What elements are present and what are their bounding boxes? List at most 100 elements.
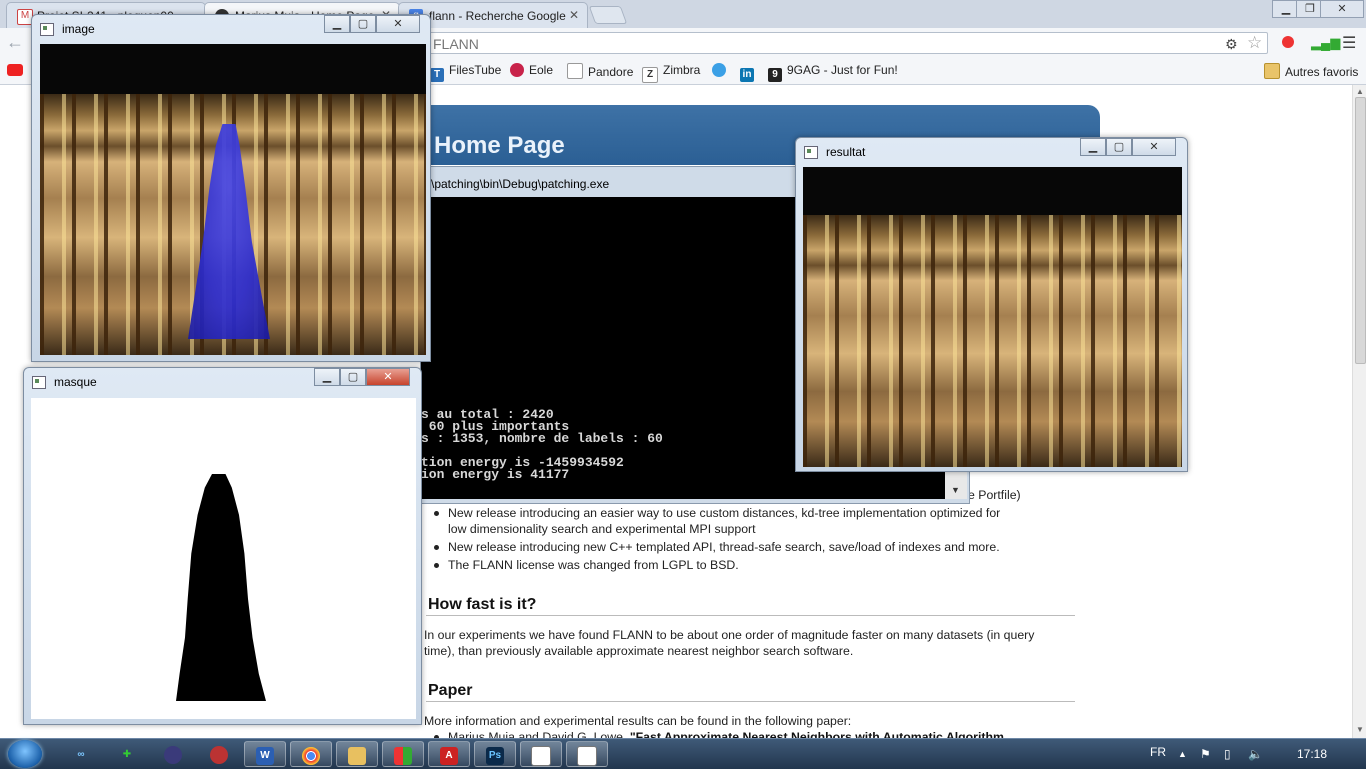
- page-scrollbar[interactable]: ▲ ▼: [1352, 85, 1366, 738]
- clock[interactable]: 17:18: [1297, 747, 1327, 761]
- other-bookmarks[interactable]: Autres favoris: [1264, 63, 1358, 79]
- bullet: [434, 511, 439, 516]
- divider: [426, 615, 1075, 616]
- language-indicator[interactable]: FR: [1150, 745, 1166, 759]
- address-bar[interactable]: FLANN ⚙ ☆: [420, 32, 1268, 54]
- acrobat-icon: A: [440, 746, 458, 765]
- taskbar-explorer[interactable]: [336, 741, 378, 767]
- green-app-icon: ✚: [122, 748, 132, 760]
- menu-icon[interactable]: ☰: [1342, 33, 1356, 53]
- eclipse-icon: [164, 745, 182, 764]
- scroll-down-icon[interactable]: ▼: [1356, 725, 1364, 734]
- new-tab-button[interactable]: [588, 6, 628, 24]
- eole-icon: [510, 63, 524, 77]
- taskbar-paint[interactable]: [382, 741, 424, 767]
- paper-item: Marius Muja and David G. Lowe, "Fast App…: [448, 729, 1004, 738]
- night-sky: [803, 167, 1182, 215]
- taskbar-chrome[interactable]: [290, 741, 332, 767]
- filestube-icon: T: [430, 68, 444, 82]
- console-text: s au total : 2420 60 plus importants s :…: [421, 407, 663, 482]
- device-icon[interactable]: ▯: [1224, 747, 1231, 761]
- close-button[interactable]: ✕: [1132, 138, 1176, 156]
- opencv-window-icon: [577, 745, 597, 766]
- bookmark-twitter[interactable]: [712, 63, 731, 77]
- linkedin-icon: in: [740, 68, 754, 82]
- bookmark-zimbra[interactable]: Z Zimbra: [642, 63, 700, 83]
- maximize-button[interactable]: ▢: [1106, 138, 1132, 156]
- taskbar-acrobat[interactable]: A: [428, 741, 470, 767]
- scroll-up-icon[interactable]: ▲: [1356, 87, 1364, 96]
- paper-text: More information and experimental result…: [424, 714, 852, 728]
- taskbar-media[interactable]: [198, 741, 240, 767]
- flag-icon[interactable]: ⚑: [1200, 747, 1211, 761]
- close-button[interactable]: ✕: [376, 15, 420, 33]
- bookmark-9gag[interactable]: 9 9GAG - Just for Fun!: [768, 63, 898, 82]
- image-window[interactable]: image ▁ ▢ ✕: [31, 14, 431, 362]
- window-title: image: [62, 22, 95, 36]
- night-sky: [40, 44, 426, 94]
- youtube-icon[interactable]: [7, 64, 23, 76]
- signal-extension-icon[interactable]: ▂▄▆: [1311, 35, 1340, 51]
- bullet: [434, 545, 439, 550]
- close-button[interactable]: ✕: [1320, 0, 1364, 18]
- window-controls: ▁ ▢ ✕: [1080, 138, 1184, 158]
- twitter-icon: [712, 63, 726, 77]
- photoshop-icon: Ps: [486, 746, 504, 765]
- scroll-thumb[interactable]: [1355, 97, 1366, 364]
- news-item: The FLANN license was changed from LGPL …: [448, 558, 739, 572]
- image-canvas: [40, 44, 426, 355]
- minimize-button[interactable]: ▁: [1080, 138, 1106, 156]
- bookmark-filestube[interactable]: T FilesTube: [430, 63, 501, 82]
- ie-icon: ∞: [77, 748, 85, 760]
- news-item: low dimensionality search and experiment…: [448, 522, 756, 536]
- bookmark-linkedin[interactable]: in: [740, 63, 759, 82]
- maximize-button[interactable]: ▢: [350, 15, 376, 33]
- chrome-icon: [302, 746, 320, 765]
- explorer-icon: [348, 746, 366, 765]
- page-info-icon[interactable]: ⚙: [1225, 36, 1238, 53]
- bookmark-eole[interactable]: Eole: [510, 63, 553, 77]
- taskbar-app[interactable]: ✚: [106, 741, 148, 767]
- window-controls: ▁ ▢ ✕: [314, 368, 418, 388]
- tab-label: flann - Recherche Google: [429, 9, 566, 23]
- window-controls: ▁ ▢ ✕: [324, 15, 428, 35]
- news-tail: e Portfile): [968, 488, 1021, 502]
- window-title: masque: [54, 375, 97, 389]
- window-title: resultat: [826, 145, 866, 159]
- taskbar-photoshop[interactable]: Ps: [474, 741, 516, 767]
- section-heading-fast: How fast is it?: [428, 596, 537, 613]
- zimbra-icon: Z: [642, 67, 658, 83]
- volume-icon[interactable]: 🔈: [1248, 747, 1263, 761]
- taskbar-opencv-window[interactable]: [520, 741, 562, 767]
- fast-text: In our experiments we have found FLANN t…: [424, 628, 1035, 658]
- window-icon: [32, 376, 46, 389]
- minimize-button[interactable]: ▁: [314, 368, 340, 386]
- back-arrow-icon[interactable]: ←: [6, 32, 24, 53]
- close-tab-icon[interactable]: ✕: [569, 8, 579, 22]
- divider: [426, 701, 1075, 702]
- taskbar-opencv-window[interactable]: [566, 741, 608, 767]
- folder-icon: [1264, 63, 1280, 79]
- extension-icon[interactable]: [1282, 36, 1294, 48]
- start-button[interactable]: [8, 740, 42, 768]
- taskbar-ie[interactable]: ∞: [60, 741, 102, 767]
- paper-link[interactable]: "Fast Approximate Nearest Neighbors with…: [630, 730, 1004, 738]
- resultat-window[interactable]: resultat ▁ ▢ ✕: [795, 137, 1188, 472]
- show-hidden-icons[interactable]: ▲: [1178, 749, 1187, 759]
- taskbar: ∞ ✚ W A Ps FR ▲ ⚑ ▯ 🔈 17:18: [0, 738, 1366, 769]
- maximize-button[interactable]: ▢: [340, 368, 366, 386]
- close-button[interactable]: ✕: [366, 368, 410, 386]
- news-item: New release introducing an easier way to…: [448, 506, 1001, 520]
- mask-canvas: [31, 398, 416, 719]
- news-item: New release introducing new C++ template…: [448, 540, 1000, 554]
- minimize-button[interactable]: ▁: [324, 15, 350, 33]
- taskbar-eclipse[interactable]: [152, 741, 194, 767]
- scroll-down-icon[interactable]: ▼: [951, 485, 960, 495]
- taskbar-word[interactable]: W: [244, 741, 286, 767]
- star-icon[interactable]: ☆: [1247, 33, 1262, 53]
- masque-window[interactable]: masque ▁ ▢ ✕: [23, 367, 422, 725]
- mask-shape: [176, 474, 266, 701]
- bookmark-pandore[interactable]: Pandore: [567, 63, 633, 79]
- section-heading-paper: Paper: [428, 682, 473, 699]
- window-icon: [40, 23, 54, 36]
